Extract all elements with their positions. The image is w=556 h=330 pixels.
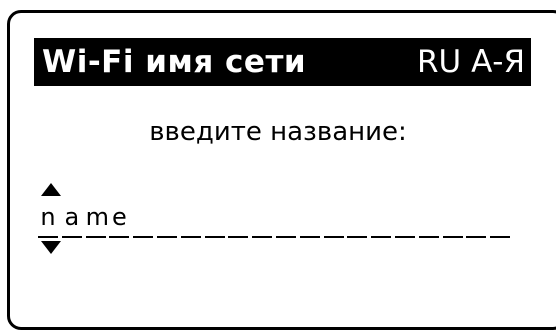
char-slot[interactable] xyxy=(299,202,320,238)
char-slot[interactable]: n xyxy=(38,202,58,238)
arrow-down-icon[interactable] xyxy=(41,241,61,254)
char-slot[interactable] xyxy=(323,202,344,238)
char-slot[interactable]: a xyxy=(61,202,82,238)
char-slot[interactable] xyxy=(442,202,463,238)
char-slot[interactable]: e xyxy=(109,202,130,238)
input-prompt: введите название: xyxy=(149,117,407,147)
char-slot[interactable] xyxy=(252,202,273,238)
char-slot[interactable] xyxy=(180,202,201,238)
char-slot[interactable] xyxy=(490,202,511,238)
char-slot[interactable] xyxy=(371,202,392,238)
char-slot[interactable] xyxy=(156,202,177,238)
page-title: Wi-Fi имя сети xyxy=(42,44,307,80)
keyboard-layout-indicator[interactable]: RU А-Я xyxy=(417,44,525,80)
name-input[interactable]: name xyxy=(38,202,514,238)
char-slot[interactable] xyxy=(418,202,439,238)
char-slot[interactable] xyxy=(466,202,487,238)
char-slot[interactable] xyxy=(204,202,225,238)
arrow-up-icon[interactable] xyxy=(41,183,61,196)
char-slot[interactable] xyxy=(394,202,415,238)
char-slot[interactable] xyxy=(228,202,249,238)
char-slot[interactable] xyxy=(347,202,368,238)
char-slot[interactable] xyxy=(275,202,296,238)
title-bar: Wi-Fi имя сети RU А-Я xyxy=(34,38,531,86)
char-slot[interactable]: m xyxy=(85,202,109,238)
char-slot[interactable] xyxy=(133,202,154,238)
